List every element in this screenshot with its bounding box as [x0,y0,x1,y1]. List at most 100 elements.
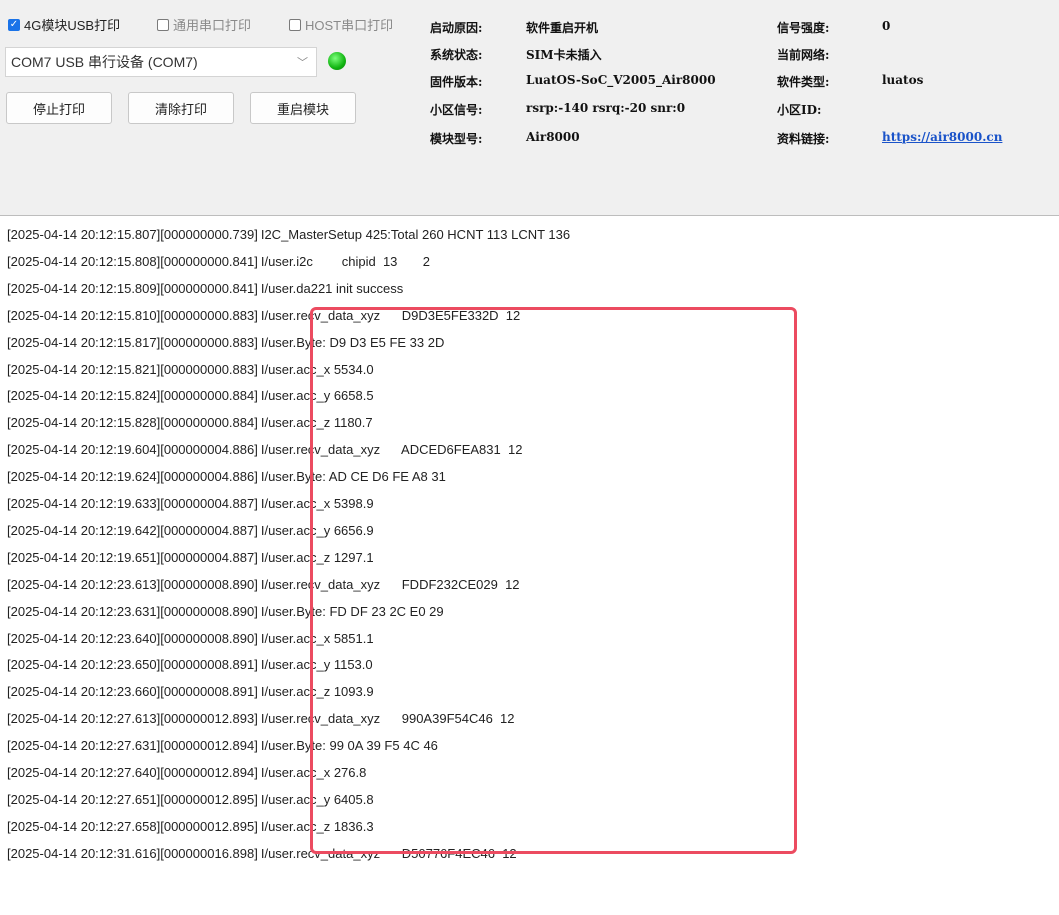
log-line: [2025-04-14 20:12:19.624][000000004.886]… [7,464,446,490]
log-line-prefix: [2025-04-14 20:12:27.631][000000012.894] [7,738,258,754]
log-line-message: I/user.Byte: 99 0A 39 F5 4C 46 [260,738,438,754]
checkbox-unchecked-icon[interactable] [157,18,169,31]
system-state-value: SIM卡未插入 [526,48,602,62]
checkbox-host-serial-label: HOST串口打印 [305,18,394,33]
log-line: [2025-04-14 20:12:15.808][000000000.841]… [7,249,430,275]
log-line-message: I/user.acc_x 5851.1 [260,630,374,646]
firmware-label: 固件版本: [430,75,483,89]
log-line: [2025-04-14 20:12:15.824][000000000.884]… [7,383,374,409]
log-line-prefix: [2025-04-14 20:12:15.808][000000000.841] [7,253,258,269]
log-line: [2025-04-14 20:12:23.640][000000008.890]… [7,626,374,652]
checkbox-unchecked-icon[interactable] [289,18,301,31]
log-line: [2025-04-14 20:12:27.651][000000012.895]… [7,787,374,813]
log-line-prefix: [2025-04-14 20:12:27.651][000000012.895] [7,791,258,807]
log-line: [2025-04-14 20:12:15.821][000000000.883]… [7,357,374,383]
software-type-label: 软件类型: [777,75,830,89]
log-line-message: I/user.Byte: D9 D3 E5 FE 33 2D [260,334,445,350]
log-line-message: I/user.acc_x 5398.9 [260,496,374,511]
boot-reason-label: 启动原因: [430,21,483,35]
log-line-prefix: [2025-04-14 20:12:27.658][000000012.895] [7,818,258,834]
log-line-prefix: [2025-04-14 20:12:23.660][000000008.891] [7,684,258,700]
log-line-message: I/user.recv_data_xyz FDDF232CE029 12 [260,576,520,592]
current-network-label: 当前网络: [777,48,830,62]
cell-id-label: 小区ID: [777,103,822,117]
log-line: [2025-04-14 20:12:19.651][000000004.887]… [7,545,374,571]
log-line-prefix: [2025-04-14 20:12:23.613][000000008.890] [7,576,258,592]
log-line: [2025-04-14 20:12:15.810][000000000.883]… [7,303,520,329]
log-line-prefix: [2025-04-14 20:12:19.604][000000004.886] [7,442,258,458]
connection-status-led-icon [328,52,346,70]
log-line-prefix: [2025-04-14 20:12:27.613][000000012.893] [7,711,258,727]
log-line-message: I2C_MasterSetup 425:Total 260 HCNT 113 L… [260,227,571,242]
module-model-value: Air8000 [526,130,580,144]
log-line-message: I/user.acc_y 6405.8 [260,791,374,807]
log-line-message: I/user.acc_x 276.8 [260,765,367,780]
log-line: [2025-04-14 20:12:23.631][000000008.890]… [7,599,444,625]
log-line-message: I/user.acc_y 1153.0 [260,657,373,673]
log-line: [2025-04-14 20:12:27.631][000000012.894]… [7,733,438,759]
log-line-prefix: [2025-04-14 20:12:31.616][000000016.898] [7,845,258,861]
log-line-prefix: [2025-04-14 20:12:19.642][000000004.887] [7,522,258,538]
clear-print-button[interactable]: 清除打印 [128,92,234,124]
log-line-message: I/user.recv_data_xyz ADCED6FEA831 12 [260,442,523,458]
checkbox-4g-usb-print[interactable]: ✓ 4G模块USB打印 [8,15,120,34]
log-line-message: I/user.acc_z 1836.3 [260,818,374,834]
checkbox-general-serial-print[interactable]: 通用串口打印 [157,15,251,34]
log-line: [2025-04-14 20:12:19.633][000000004.887]… [7,491,374,517]
log-line: [2025-04-14 20:12:15.807][000000000.739]… [7,222,570,248]
checkbox-checked-icon[interactable]: ✓ [8,18,20,31]
log-line: [2025-04-14 20:12:27.640][000000012.894]… [7,760,366,786]
log-line-prefix: [2025-04-14 20:12:23.631][000000008.890] [7,603,258,619]
log-line-prefix: [2025-04-14 20:12:23.650][000000008.891] [7,657,258,673]
log-line: [2025-04-14 20:12:23.650][000000008.891]… [7,652,373,678]
stop-print-button[interactable]: 停止打印 [6,92,112,124]
restart-module-button[interactable]: 重启模块 [250,92,356,124]
resource-link-label: 资料链接: [777,132,830,146]
log-line: [2025-04-14 20:12:27.658][000000012.895]… [7,814,374,840]
log-line-prefix: [2025-04-14 20:12:19.651][000000004.887] [7,549,258,565]
log-line-prefix: [2025-04-14 20:12:15.809][000000000.841] [7,280,258,296]
module-model-label: 模块型号: [430,132,483,146]
chevron-down-icon[interactable]: ﹀ [297,54,308,70]
log-line-message: I/user.acc_z 1297.1 [260,549,374,565]
log-line: [2025-04-14 20:12:15.809][000000000.841]… [7,276,403,302]
software-type-value: luatos [882,73,924,87]
signal-strength-value: 0 [882,19,891,33]
log-line-message: I/user.acc_z 1093.9 [260,684,374,700]
control-panel: ✓ 4G模块USB打印 通用串口打印 HOST串口打印 COM7 USB 串行设… [0,0,1059,216]
log-line: [2025-04-14 20:12:19.642][000000004.887]… [7,518,374,544]
log-line-prefix: [2025-04-14 20:12:15.817][000000000.883] [7,334,258,350]
log-output-area[interactable]: [2025-04-14 20:12:15.807][000000000.739]… [0,216,1059,915]
log-line-message: I/user.da221 init success [260,280,404,296]
log-line-prefix: [2025-04-14 20:12:19.633][000000004.887] [7,496,258,511]
system-state-label: 系统状态: [430,48,483,62]
log-line-prefix: [2025-04-14 20:12:27.640][000000012.894] [7,765,258,780]
log-line-message: I/user.i2c chipid 13 2 [260,253,430,269]
port-select[interactable]: COM7 USB 串行设备 (COM7) ﹀ [5,47,317,77]
log-line-prefix: [2025-04-14 20:12:23.640][000000008.890] [7,630,258,646]
log-line-prefix: [2025-04-14 20:12:15.821][000000000.883] [7,361,258,377]
checkbox-4g-usb-label: 4G模块USB打印 [24,18,121,33]
cell-signal-label: 小区信号: [430,103,483,117]
log-line-message: I/user.Byte: FD DF 23 2C E0 29 [260,603,444,619]
log-line: [2025-04-14 20:12:27.613][000000012.893]… [7,706,515,732]
cell-signal-value: rsrp:-140 rsrq:-20 snr:0 [526,101,686,115]
log-line: [2025-04-14 20:12:23.613][000000008.890]… [7,572,520,598]
signal-strength-label: 信号强度: [777,21,830,35]
log-line-message: I/user.acc_x 5534.0 [260,361,374,377]
log-line-message: I/user.recv_data_xyz D9D3E5FE332D 12 [260,307,521,323]
firmware-value: LuatOS-SoC_V2005_Air8000 [526,73,716,87]
log-line-message: I/user.Byte: AD CE D6 FE A8 31 [260,469,446,485]
log-line-prefix: [2025-04-14 20:12:15.810][000000000.883] [7,307,258,323]
checkbox-host-serial-print[interactable]: HOST串口打印 [289,15,393,34]
log-line-prefix: [2025-04-14 20:12:15.828][000000000.884] [7,415,258,431]
log-line-message: I/user.recv_data_xyz D50776F4EC46 12 [260,845,517,861]
log-line-prefix: [2025-04-14 20:12:15.807][000000000.739] [7,227,258,242]
boot-reason-value: 软件重启开机 [526,21,599,35]
port-select-value: COM7 USB 串行设备 (COM7) [11,54,198,70]
log-line-message: I/user.recv_data_xyz 990A39F54C46 12 [260,711,515,727]
log-line-message: I/user.acc_z 1180.7 [260,415,373,431]
log-line: [2025-04-14 20:12:15.828][000000000.884]… [7,410,373,436]
log-line-prefix: [2025-04-14 20:12:19.624][000000004.886] [7,469,258,485]
resource-link[interactable]: https://air8000.cn [882,130,1002,144]
